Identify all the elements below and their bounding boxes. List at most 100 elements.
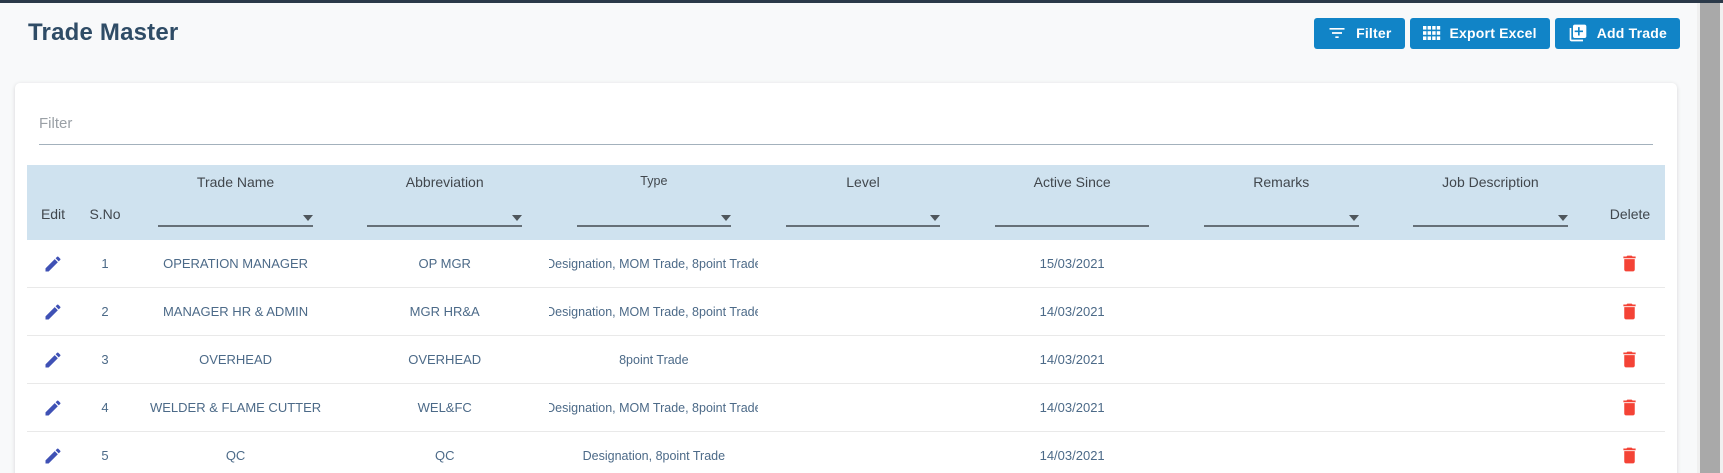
- column-header-remarks: Remarks: [1177, 165, 1386, 240]
- column-label-level: Level: [766, 174, 959, 190]
- add-trade-library-add-icon: [1568, 23, 1588, 43]
- delete-cell: [1595, 301, 1665, 322]
- cell-sno: 2: [79, 304, 131, 319]
- page-title: Trade Master: [28, 19, 178, 47]
- cell-trade_name: WELDER & FLAME CUTTER: [131, 400, 340, 415]
- column-label-type: Type: [557, 174, 750, 188]
- column-label-delete: Delete: [1603, 206, 1657, 227]
- cell-trade_name: OPERATION MANAGER: [131, 256, 340, 271]
- toolbar-actions: Filter Export Excel Add Trade: [1314, 18, 1680, 49]
- table-row: 3OVERHEADOVERHEAD8point Trade14/03/2021: [27, 336, 1665, 384]
- cell-active_since: 14/03/2021: [968, 304, 1177, 319]
- column-header-sno: S.No: [79, 165, 131, 240]
- column-header-active_since: Active Since: [968, 165, 1177, 240]
- column-header-abbreviation: Abbreviation: [340, 165, 549, 240]
- delete-trash-icon[interactable]: [1619, 445, 1640, 466]
- edit-pencil-icon[interactable]: [43, 254, 63, 274]
- edit-cell: [27, 302, 79, 322]
- cell-active_since: 14/03/2021: [968, 352, 1177, 367]
- cell-type: Designation, 8point Trade: [549, 449, 758, 463]
- cell-type: Designation, MOM Trade, 8point Trade: [549, 305, 758, 319]
- add-trade-button[interactable]: Add Trade: [1555, 18, 1680, 49]
- column-filter-input-remarks[interactable]: [1204, 203, 1359, 227]
- column-header-job_description: Job Description: [1386, 165, 1595, 240]
- cell-trade_name: QC: [131, 448, 340, 463]
- cell-abbreviation: OP MGR: [340, 256, 549, 271]
- delete-cell: [1595, 397, 1665, 418]
- cell-sno: 3: [79, 352, 131, 367]
- export-excel-button-label: Export Excel: [1450, 25, 1537, 41]
- table-row: 4WELDER & FLAME CUTTERWEL&FCDesignation,…: [27, 384, 1665, 432]
- delete-trash-icon[interactable]: [1619, 301, 1640, 322]
- delete-cell: [1595, 349, 1665, 370]
- cell-trade_name: OVERHEAD: [131, 352, 340, 367]
- table-header-row: Edit S.No Trade Name Abbreviation Type Level A…: [27, 165, 1665, 240]
- column-filter-input-type[interactable]: [577, 203, 732, 227]
- caret-down-icon[interactable]: [1349, 215, 1359, 221]
- column-header-trade_name: Trade Name: [131, 165, 340, 240]
- cell-abbreviation: WEL&FC: [340, 400, 549, 415]
- caret-down-icon[interactable]: [1558, 215, 1568, 221]
- table-body: 1OPERATION MANAGEROP MGRDesignation, MOM…: [27, 240, 1665, 473]
- column-label-remarks: Remarks: [1185, 174, 1378, 190]
- column-label-sno: S.No: [87, 206, 123, 227]
- caret-down-icon[interactable]: [930, 215, 940, 221]
- column-filter-input-trade_name[interactable]: [158, 203, 313, 227]
- filter-icon: [1327, 23, 1347, 43]
- table-row: 5QCQCDesignation, 8point Trade14/03/2021: [27, 432, 1665, 473]
- filter-button-label: Filter: [1356, 25, 1391, 41]
- cell-type: Designation, MOM Trade, 8point Trade: [549, 401, 758, 415]
- cell-trade_name: MANAGER HR & ADMIN: [131, 304, 340, 319]
- column-label-job_description: Job Description: [1394, 174, 1587, 190]
- edit-pencil-icon[interactable]: [43, 350, 63, 370]
- cell-abbreviation: OVERHEAD: [340, 352, 549, 367]
- export-excel-grid-icon: [1423, 26, 1441, 40]
- caret-down-icon[interactable]: [721, 215, 731, 221]
- edit-cell: [27, 398, 79, 418]
- scrollbar-thumb[interactable]: [1700, 3, 1720, 473]
- cell-sno: 4: [79, 400, 131, 415]
- vertical-scrollbar[interactable]: [1697, 3, 1723, 473]
- edit-pencil-icon[interactable]: [43, 446, 63, 466]
- caret-down-icon[interactable]: [303, 215, 313, 221]
- column-label-edit: Edit: [35, 206, 71, 227]
- delete-cell: [1595, 253, 1665, 274]
- column-label-trade_name: Trade Name: [139, 174, 332, 190]
- edit-cell: [27, 350, 79, 370]
- cell-sno: 5: [79, 448, 131, 463]
- filter-button[interactable]: Filter: [1314, 18, 1404, 49]
- table-row: 1OPERATION MANAGEROP MGRDesignation, MOM…: [27, 240, 1665, 288]
- column-filter-input-abbreviation[interactable]: [367, 203, 522, 227]
- page: Trade Master Filter Export Excel: [0, 0, 1723, 473]
- cell-abbreviation: QC: [340, 448, 549, 463]
- caret-down-icon[interactable]: [512, 215, 522, 221]
- column-header-level: Level: [758, 165, 967, 240]
- edit-cell: [27, 446, 79, 466]
- column-filter-input-job_description[interactable]: [1413, 203, 1568, 227]
- edit-cell: [27, 254, 79, 274]
- delete-trash-icon[interactable]: [1619, 253, 1640, 274]
- column-filter-input-level[interactable]: [786, 203, 941, 227]
- delete-trash-icon[interactable]: [1619, 397, 1640, 418]
- page-header: Trade Master Filter Export Excel: [0, 3, 1680, 63]
- column-label-abbreviation: Abbreviation: [348, 174, 541, 190]
- cell-abbreviation: MGR HR&A: [340, 304, 549, 319]
- table-filter-input[interactable]: [39, 103, 1653, 145]
- delete-trash-icon[interactable]: [1619, 349, 1640, 370]
- column-filter-input-active_since[interactable]: [995, 203, 1150, 227]
- cell-active_since: 14/03/2021: [968, 448, 1177, 463]
- edit-pencil-icon[interactable]: [43, 302, 63, 322]
- table-row: 2MANAGER HR & ADMINMGR HR&ADesignation, …: [27, 288, 1665, 336]
- column-header-edit: Edit: [27, 165, 79, 240]
- cell-type: 8point Trade: [549, 353, 758, 367]
- cell-type: Designation, MOM Trade, 8point Trade: [549, 257, 758, 271]
- add-trade-button-label: Add Trade: [1597, 25, 1667, 41]
- edit-pencil-icon[interactable]: [43, 398, 63, 418]
- column-header-type: Type: [549, 165, 758, 240]
- trade-table-card: Edit S.No Trade Name Abbreviation Type Level A…: [15, 83, 1677, 473]
- top-border: [0, 0, 1723, 3]
- export-excel-button[interactable]: Export Excel: [1410, 18, 1550, 49]
- cell-active_since: 15/03/2021: [968, 256, 1177, 271]
- delete-cell: [1595, 445, 1665, 466]
- cell-active_since: 14/03/2021: [968, 400, 1177, 415]
